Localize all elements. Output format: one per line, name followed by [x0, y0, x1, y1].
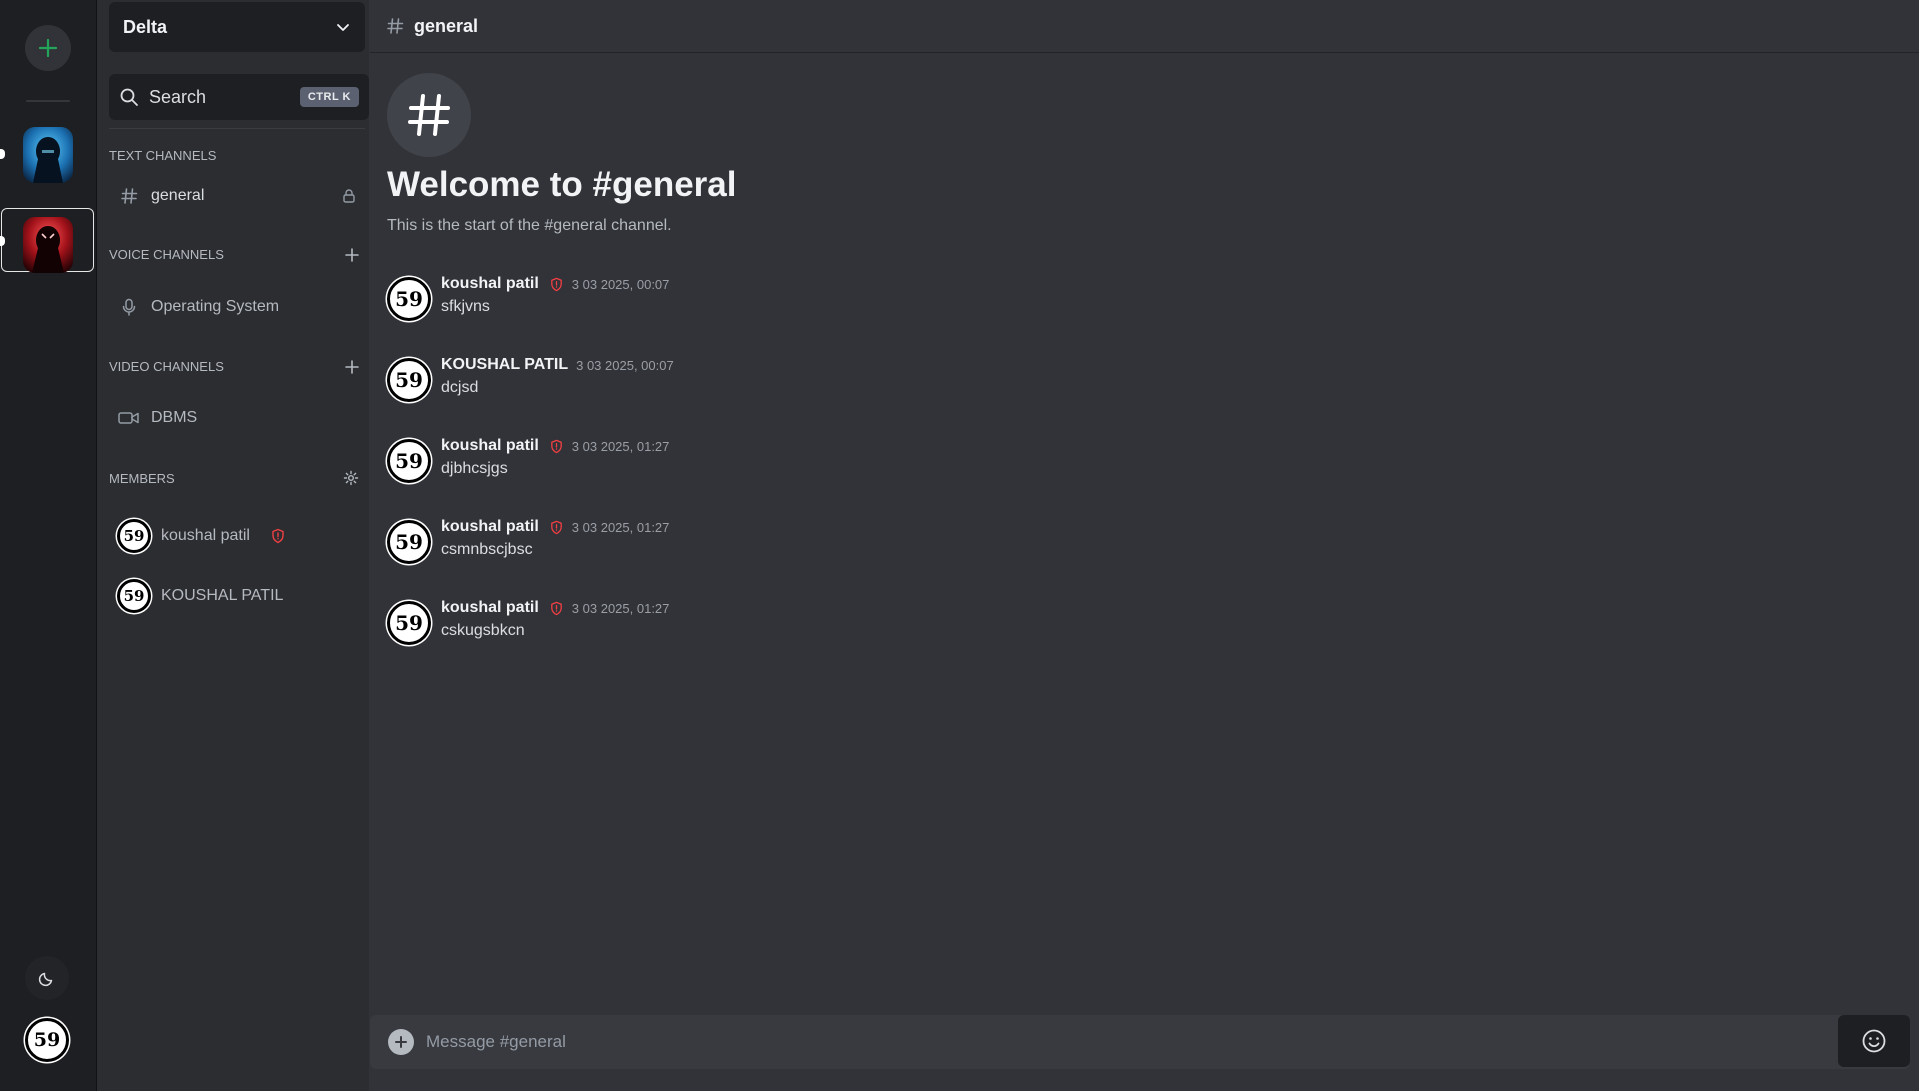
message-author[interactable]: koushal patil — [441, 518, 539, 536]
member-name: koushal patil — [161, 527, 250, 544]
channel-dbms[interactable]: DBMS — [117, 401, 363, 435]
section-text-channels: TEXT CHANNELS — [109, 148, 217, 163]
sidebar-divider — [109, 128, 365, 129]
search-label: Search — [149, 86, 207, 107]
add-video-channel-plus-icon[interactable] — [345, 359, 359, 374]
member-item[interactable]: 59 koushal patil — [117, 516, 286, 556]
channel-sidebar: Delta Search CTRL K TEXT CHANNELS genera… — [97, 0, 369, 1091]
message-timestamp: 3 03 2025, 00:07 — [576, 357, 674, 373]
message-timestamp: 3 03 2025, 01:27 — [571, 519, 670, 535]
message-item: 59 koushal patil 3 03 2025, 01:27 djbhcs… — [387, 437, 987, 497]
message-text: cskugsbkcn — [441, 622, 525, 639]
message-item: 59 koushal patil 3 03 2025, 00:07 sfkjvn… — [387, 275, 987, 335]
message-avatar[interactable]: 59 — [387, 358, 431, 402]
message-avatar[interactable]: 59 — [387, 277, 431, 321]
message-timestamp: 3 03 2025, 01:27 — [571, 438, 670, 454]
attach-plus-button[interactable] — [388, 1029, 414, 1055]
add-server-button[interactable] — [25, 25, 71, 71]
plus-icon — [395, 1036, 407, 1048]
welcome-hash-icon — [387, 73, 471, 157]
hash-icon — [117, 187, 141, 205]
message-author[interactable]: koushal patil — [441, 437, 539, 455]
section-members: MEMBERS — [109, 470, 359, 486]
server-indicator — [0, 149, 5, 159]
rail-divider — [26, 100, 70, 102]
member-avatar: 59 — [117, 519, 151, 553]
gear-icon[interactable] — [343, 470, 359, 486]
server-rail: 59 — [0, 0, 97, 1091]
shield-alert-icon — [549, 601, 564, 616]
server-icon-2[interactable] — [23, 217, 73, 273]
add-voice-channel-plus-icon[interactable] — [345, 247, 359, 262]
channel-general[interactable]: general — [117, 179, 363, 213]
search-shortcut-badge: CTRL K — [299, 87, 359, 107]
message-text: dcjsd — [441, 379, 479, 396]
message-item: 59 KOUSHAL PATIL 3 03 2025, 00:07 dcjsd — [387, 356, 987, 416]
member-avatar: 59 — [117, 579, 151, 613]
shield-alert-icon — [549, 520, 564, 535]
channel-label: DBMS — [151, 409, 198, 426]
video-icon — [117, 410, 141, 426]
message-avatar[interactable]: 59 — [387, 601, 431, 645]
user-avatar[interactable]: 59 — [25, 1018, 69, 1062]
member-item[interactable]: 59 KOUSHAL PATIL — [117, 576, 283, 616]
mic-icon — [117, 298, 141, 316]
welcome-subtitle: This is the start of the #general channe… — [387, 217, 672, 234]
chat-area: general Welcome to #general This is the … — [370, 0, 1919, 1091]
theme-toggle-button[interactable] — [25, 956, 69, 1000]
server-icon-1[interactable] — [23, 127, 73, 183]
channel-label: Operating System — [151, 298, 280, 315]
message-text: sfkjvns — [441, 298, 490, 315]
message-author[interactable]: koushal patil — [441, 275, 539, 293]
shield-alert-icon — [270, 528, 286, 544]
emoji-button[interactable] — [1838, 1015, 1910, 1067]
section-voice-channels: VOICE CHANNELS — [109, 247, 359, 262]
hooded-figure-blue-icon — [23, 127, 73, 183]
channel-topbar: general — [370, 0, 1919, 53]
hooded-figure-red-icon — [23, 217, 73, 273]
smiley-icon — [1862, 1029, 1886, 1053]
message-composer — [370, 1015, 1910, 1069]
channel-title: general — [414, 15, 479, 36]
channel-label: general — [151, 187, 205, 204]
search-icon — [120, 88, 138, 106]
channel-operating-system[interactable]: Operating System — [117, 290, 363, 324]
message-avatar[interactable]: 59 — [387, 520, 431, 564]
shield-alert-icon — [549, 277, 564, 292]
plus-icon — [38, 38, 58, 58]
message-text: djbhcsjgs — [441, 460, 508, 477]
server-header-button[interactable]: Delta — [109, 2, 365, 52]
message-author[interactable]: koushal patil — [441, 599, 539, 617]
chevron-down-icon — [337, 24, 349, 31]
message-text: csmnbscjbsc — [441, 541, 533, 558]
message-input[interactable] — [424, 1031, 1728, 1053]
message-timestamp: 3 03 2025, 01:27 — [571, 600, 670, 616]
member-name: KOUSHAL PATIL — [161, 587, 284, 604]
search-button[interactable]: Search CTRL K — [109, 74, 369, 120]
message-timestamp: 3 03 2025, 00:07 — [571, 276, 670, 292]
moon-icon — [38, 972, 53, 987]
message-item: 59 koushal patil 3 03 2025, 01:27 csmnbs… — [387, 518, 987, 578]
message-author[interactable]: KOUSHAL PATIL — [441, 356, 568, 374]
welcome-title: Welcome to #general — [387, 165, 737, 204]
lock-icon — [341, 188, 357, 204]
server-name: Delta — [123, 16, 168, 37]
hash-icon — [387, 18, 404, 34]
message-avatar[interactable]: 59 — [387, 439, 431, 483]
shield-alert-icon — [549, 439, 564, 454]
message-item: 59 koushal patil 3 03 2025, 01:27 cskugs… — [387, 599, 987, 659]
section-video-channels: VIDEO CHANNELS — [109, 359, 359, 374]
